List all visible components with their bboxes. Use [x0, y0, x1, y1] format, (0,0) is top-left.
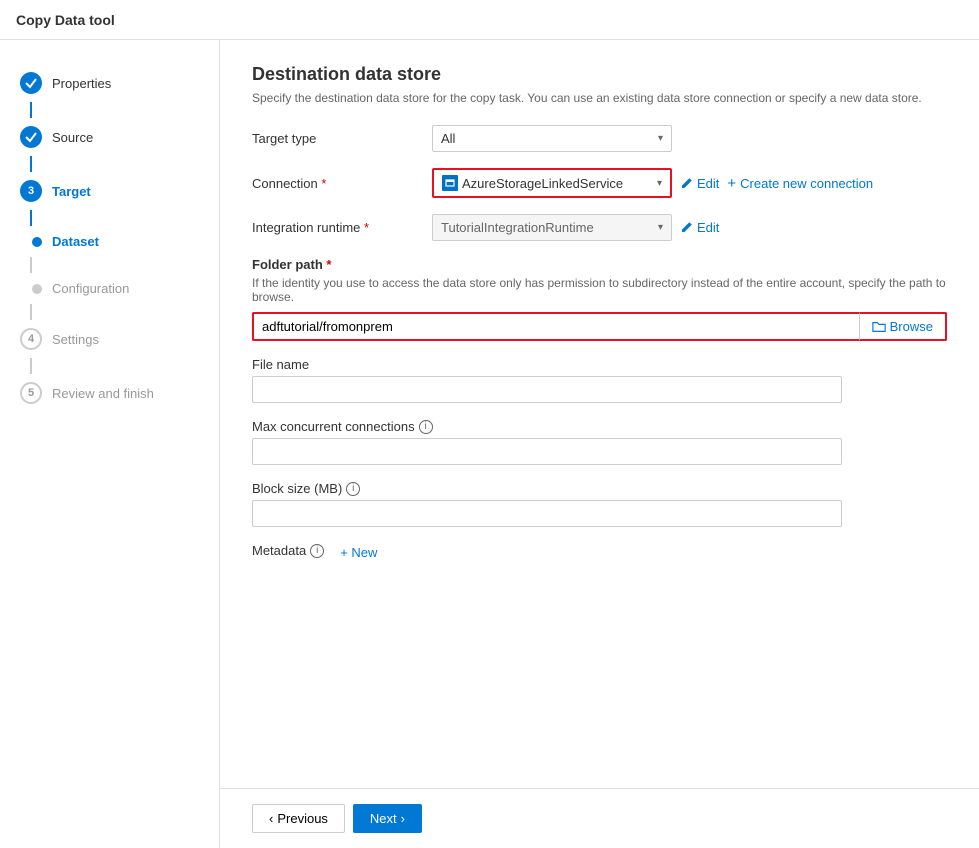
folder-path-desc: If the identity you use to access the da…: [252, 276, 947, 304]
previous-chevron-icon: ‹: [269, 811, 273, 826]
connector-4: [30, 257, 32, 273]
browse-button[interactable]: Browse: [859, 312, 947, 341]
metadata-label: Metadata i: [252, 543, 324, 558]
metadata-new-label: + New: [340, 545, 377, 560]
connector-5: [30, 304, 32, 320]
edit-icon: [680, 177, 693, 190]
integration-runtime-select[interactable]: TutorialIntegrationRuntime ▾: [432, 214, 672, 241]
dot-dataset: [32, 237, 42, 247]
app-header: Copy Data tool: [0, 0, 979, 40]
next-label: Next: [370, 811, 397, 826]
sidebar-item-settings[interactable]: 4 Settings: [0, 320, 219, 358]
folder-icon: [872, 320, 886, 334]
section-desc: Specify the destination data store for t…: [252, 91, 947, 105]
connection-label: Connection: [252, 176, 432, 191]
check-icon-2: [24, 130, 38, 144]
create-connection-button[interactable]: + Create new connection: [727, 175, 873, 192]
edit-runtime-icon: [680, 221, 693, 234]
next-button[interactable]: Next ›: [353, 804, 422, 833]
connector-6: [30, 358, 32, 374]
integration-runtime-label: Integration runtime: [252, 220, 432, 235]
previous-button[interactable]: ‹ Previous: [252, 804, 345, 833]
max-concurrent-input[interactable]: [252, 438, 842, 465]
integration-runtime-control: TutorialIntegrationRuntime ▾ Edit: [432, 214, 947, 241]
check-icon: [24, 76, 38, 90]
sidebar-item-dataset[interactable]: Dataset: [0, 226, 219, 257]
folder-path-row: Browse: [252, 312, 947, 341]
step-circle-settings: 4: [20, 328, 42, 350]
dot-configuration: [32, 284, 42, 294]
storage-svg: [445, 178, 455, 188]
browse-label: Browse: [890, 319, 933, 334]
target-type-select[interactable]: All ▾: [432, 125, 672, 152]
metadata-row: Metadata i + New: [252, 543, 947, 562]
sidebar-label-properties: Properties: [52, 76, 111, 91]
connector-2: [30, 156, 32, 172]
step-circle-properties: [20, 72, 42, 94]
app-title: Copy Data tool: [16, 12, 115, 28]
content-footer: ‹ Previous Next ›: [220, 788, 979, 848]
file-name-input[interactable]: [252, 376, 842, 403]
plus-icon: +: [727, 175, 736, 192]
sidebar-item-target[interactable]: 3 Target: [0, 172, 219, 210]
create-connection-label: Create new connection: [740, 176, 873, 191]
target-type-control: All ▾: [432, 125, 947, 152]
integration-runtime-chevron-icon: ▾: [658, 222, 663, 233]
connection-control: AzureStorageLinkedService ▾ Edit + Creat…: [432, 168, 947, 198]
integration-runtime-value: TutorialIntegrationRuntime: [441, 220, 594, 235]
target-type-chevron-icon: ▾: [658, 133, 663, 144]
storage-icon: [442, 175, 458, 191]
target-type-label: Target type: [252, 131, 432, 146]
step-circle-target: 3: [20, 180, 42, 202]
file-name-group: File name: [252, 357, 947, 403]
edit-runtime-label: Edit: [697, 220, 719, 235]
max-concurrent-group: Max concurrent connections i: [252, 419, 947, 465]
target-type-value: All: [441, 131, 455, 146]
metadata-group: Metadata i + New: [252, 543, 947, 562]
max-concurrent-label: Max concurrent connections i: [252, 419, 947, 434]
connector-3: [30, 210, 32, 226]
max-concurrent-info-icon[interactable]: i: [419, 420, 433, 434]
connection-chevron-icon: ▾: [657, 178, 662, 189]
sidebar-item-source[interactable]: Source: [0, 118, 219, 156]
block-size-info-icon[interactable]: i: [346, 482, 360, 496]
connection-value: AzureStorageLinkedService: [462, 176, 623, 191]
target-type-row: Target type All ▾: [252, 125, 947, 152]
file-name-label: File name: [252, 357, 947, 372]
edit-connection-label: Edit: [697, 176, 719, 191]
sidebar-label-dataset: Dataset: [52, 234, 99, 249]
folder-path-section: Folder path * If the identity you use to…: [252, 257, 947, 341]
block-size-label: Block size (MB) i: [252, 481, 947, 496]
sidebar-label-target: Target: [52, 184, 91, 199]
integration-runtime-row: Integration runtime TutorialIntegrationR…: [252, 214, 947, 241]
connector-1: [30, 102, 32, 118]
main-layout: Properties Source 3 Target Dataset: [0, 40, 979, 848]
step-circle-source: [20, 126, 42, 148]
sidebar: Properties Source 3 Target Dataset: [0, 40, 220, 848]
block-size-group: Block size (MB) i: [252, 481, 947, 527]
content-area: Destination data store Specify the desti…: [220, 40, 979, 848]
sidebar-label-settings: Settings: [52, 332, 99, 347]
section-title: Destination data store: [252, 64, 947, 85]
sidebar-label-review: Review and finish: [52, 386, 154, 401]
connection-select[interactable]: AzureStorageLinkedService ▾: [432, 168, 672, 198]
sidebar-item-configuration: Configuration: [0, 273, 219, 304]
metadata-new-button[interactable]: + New: [340, 545, 377, 560]
sidebar-label-configuration: Configuration: [52, 281, 129, 296]
folder-path-input[interactable]: [252, 312, 859, 341]
folder-path-label: Folder path *: [252, 257, 947, 272]
block-size-input[interactable]: [252, 500, 842, 527]
edit-connection-button[interactable]: Edit: [680, 176, 719, 191]
sidebar-item-properties[interactable]: Properties: [0, 64, 219, 102]
metadata-info-icon[interactable]: i: [310, 544, 324, 558]
next-chevron-icon: ›: [401, 811, 405, 826]
sidebar-item-review[interactable]: 5 Review and finish: [0, 374, 219, 412]
edit-runtime-button[interactable]: Edit: [680, 220, 719, 235]
sidebar-label-source: Source: [52, 130, 93, 145]
previous-label: Previous: [277, 811, 328, 826]
connection-row: Connection AzureStorageLinkedService ▾: [252, 168, 947, 198]
step-circle-review: 5: [20, 382, 42, 404]
